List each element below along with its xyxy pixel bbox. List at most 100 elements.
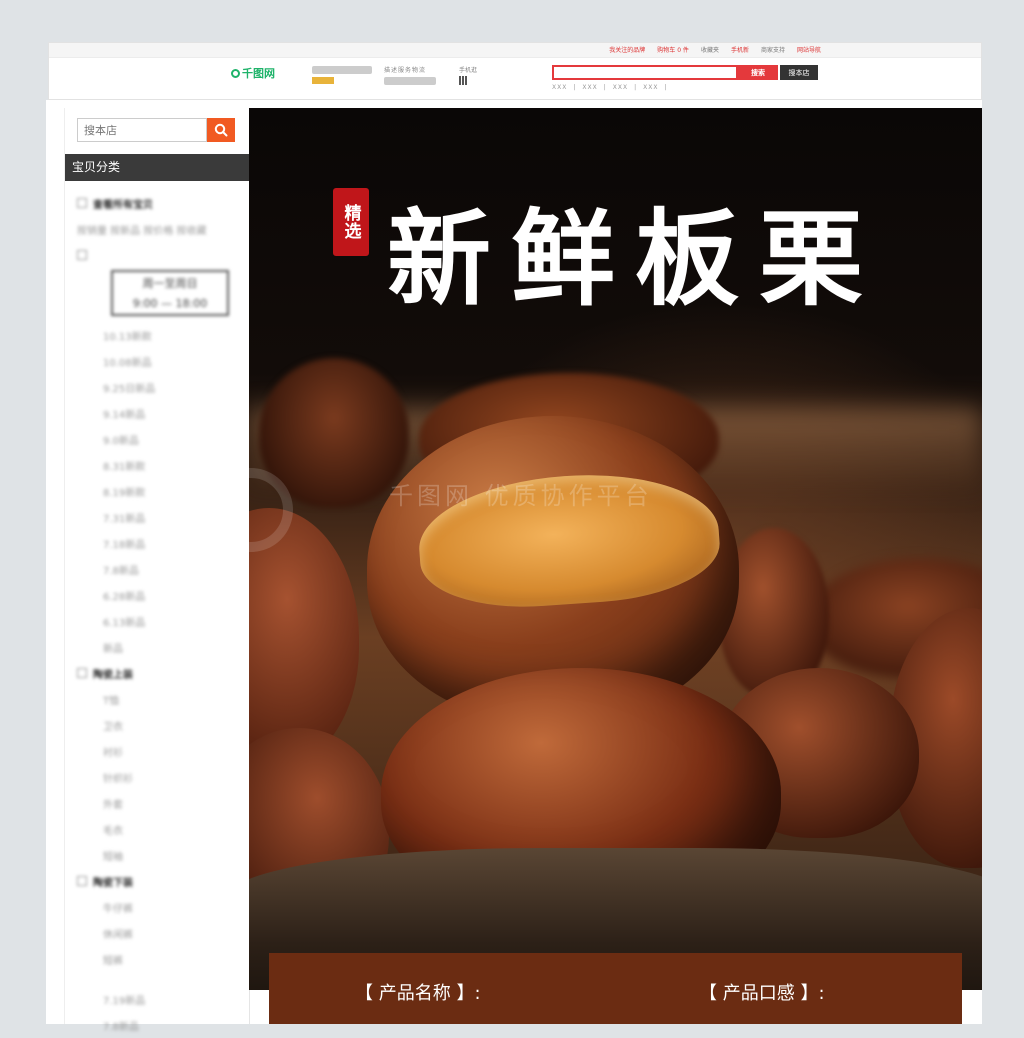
site-logo[interactable]: 千图网 (231, 65, 275, 81)
category-item[interactable]: 毛衣 (77, 816, 245, 842)
featured-seal: 精选 (333, 188, 369, 256)
shop-name-placeholder (312, 66, 372, 74)
category-label: T恤 (103, 695, 120, 707)
category-label: 9.0新品 (103, 435, 139, 447)
qr-code-icon (459, 76, 468, 85)
shop-main: 宝贝分类 查看所有宝贝按销量 按新品 按价格 按收藏周一至周日 9:00 — 18… (46, 100, 982, 1033)
hot-word-sep: | (634, 84, 638, 91)
hot-word-sep: | (573, 84, 577, 91)
logo-text: 千图网 (242, 67, 275, 80)
shop-sidebar: 宝贝分类 查看所有宝贝按销量 按新品 按价格 按收藏周一至周日 9:00 — 18… (64, 108, 250, 1033)
category-item[interactable]: 7.18新品 (77, 530, 245, 556)
category-label: 毛衣 (103, 825, 123, 837)
top-link-mobile[interactable]: 手机新 (731, 45, 749, 54)
sidebar-search-input[interactable] (77, 118, 207, 142)
site-search-button[interactable]: 搜索 (738, 65, 778, 80)
category-label: 短袖 (103, 851, 123, 863)
category-label: 8.19新款 (103, 487, 146, 499)
category-label: 9.25日新品 (103, 383, 156, 395)
top-utility-strip (49, 43, 981, 58)
category-label: 7.8新品 (103, 1021, 139, 1033)
top-links: 我关注的品牌 购物车 0 件 收藏夹 手机新 商家支持 网站导航 (609, 45, 821, 54)
hot-word[interactable]: XXX (613, 84, 628, 91)
category-label: 陶瓷上装 (93, 669, 133, 681)
hot-word[interactable]: XXX (582, 84, 597, 91)
hot-word-sep: | (603, 84, 607, 91)
watermark-text: 千图网 优质协作平台 (389, 482, 653, 510)
category-item[interactable]: 10.13新款 (77, 322, 245, 348)
category-label: 陶瓷下装 (93, 877, 133, 889)
category-label: 针织衫 (103, 773, 133, 785)
hot-word-sep: | (664, 84, 668, 91)
search-icon (214, 123, 228, 137)
category-group[interactable]: 陶瓷下装 (77, 868, 245, 894)
category-item[interactable]: 7.31新品 (77, 504, 245, 530)
hot-words: XXX | XXX | XXX | XXX | (552, 84, 668, 91)
category-label: 7.31新品 (103, 513, 146, 525)
store-rating-label: 描述服务物流 (384, 67, 427, 74)
collapse-toggle-icon[interactable] (77, 250, 87, 260)
site-header: 我关注的品牌 购物车 0 件 收藏夹 手机新 商家支持 网站导航 千图网 描述服… (48, 42, 982, 100)
category-item[interactable]: 9.25日新品 (77, 374, 245, 400)
category-item[interactable]: 6.13新品 (77, 608, 245, 634)
category-label: 6.28新品 (103, 591, 146, 603)
category-item[interactable]: 8.31新款 (77, 452, 245, 478)
product-taste-label: 【 产品口感 】: (699, 983, 825, 1004)
product-name-label: 【 产品名称 】: (355, 983, 481, 1004)
hot-word[interactable]: XXX (643, 84, 658, 91)
category-label: 10.08新品 (103, 357, 152, 369)
category-spacer (77, 972, 245, 986)
search-store-button[interactable]: 搜本店 (780, 65, 818, 80)
top-link-brands[interactable]: 我关注的品牌 (609, 45, 645, 54)
category-title: 宝贝分类 (65, 154, 249, 181)
category-item[interactable]: 新品 (77, 634, 245, 660)
category-group[interactable]: 查看所有宝贝 (77, 190, 245, 216)
category-item[interactable]: 10.08新品 (77, 348, 245, 374)
category-label: 短裤 (103, 955, 123, 967)
category-label: 衬衫 (103, 747, 123, 759)
category-item[interactable]: 外套 (77, 790, 245, 816)
category-item[interactable]: 卫衣 (77, 712, 245, 738)
category-item[interactable]: 7.8新品 (77, 1012, 245, 1038)
collapse-toggle-icon[interactable] (77, 668, 87, 678)
category-item[interactable]: 短裤 (77, 946, 245, 972)
store-rating-bar (384, 77, 436, 85)
category-label: 8.31新款 (103, 461, 146, 473)
category-item[interactable]: 休闲裤 (77, 920, 245, 946)
category-item[interactable]: 7.8新品 (77, 556, 245, 582)
sidebar-search-button[interactable] (207, 118, 235, 142)
category-item[interactable]: 9.0新品 (77, 426, 245, 452)
mobile-shop[interactable]: 手机逛 (459, 65, 477, 85)
category-group[interactable]: 陶瓷上装 (77, 660, 245, 686)
category-item[interactable]: 针织衫 (77, 764, 245, 790)
top-link-cart[interactable]: 购物车 0 件 (657, 45, 689, 54)
banner-headline: 新鲜板栗 (387, 197, 884, 320)
mobile-shop-label: 手机逛 (459, 67, 478, 74)
hot-word[interactable]: XXX (552, 84, 567, 91)
site-search-input[interactable] (552, 65, 738, 80)
collapse-toggle-icon[interactable] (77, 876, 87, 886)
service-hours-box: 周一至周日 9:00 — 18:00 (111, 270, 229, 316)
top-link-merchant[interactable]: 商家支持 (761, 45, 785, 54)
category-item[interactable]: 7.19新品 (77, 986, 245, 1012)
site-search: 搜索 搜本店 (552, 65, 818, 80)
category-label: 7.8新品 (103, 565, 139, 577)
category-item[interactable]: 短袖 (77, 842, 245, 868)
collapse-toggle-icon[interactable] (77, 198, 87, 208)
category-label: 9.14新品 (103, 409, 146, 421)
category-item[interactable]: 8.19新款 (77, 478, 245, 504)
category-label: 10.13新款 (103, 331, 152, 343)
category-item[interactable]: 6.28新品 (77, 582, 245, 608)
category-item[interactable]: T恤 (77, 686, 245, 712)
category-item[interactable]: 按销量 按新品 按价格 按收藏 (77, 216, 245, 242)
category-item[interactable]: 牛仔裤 (77, 894, 245, 920)
top-link-favorites[interactable]: 收藏夹 (701, 45, 719, 54)
category-item[interactable]: 衬衫 (77, 738, 245, 764)
top-link-sitemap[interactable]: 网站导航 (797, 45, 821, 54)
service-hours-time: 9:00 — 18:00 (132, 297, 208, 310)
category-label: 6.13新品 (103, 617, 146, 629)
category-list: 查看所有宝贝 按销量 按新品 按价格 按收藏周一至周日 9:00 — 18:00 10… (77, 190, 245, 1038)
sidebar-search (77, 118, 235, 142)
category-item[interactable] (77, 242, 245, 268)
category-item[interactable]: 9.14新品 (77, 400, 245, 426)
